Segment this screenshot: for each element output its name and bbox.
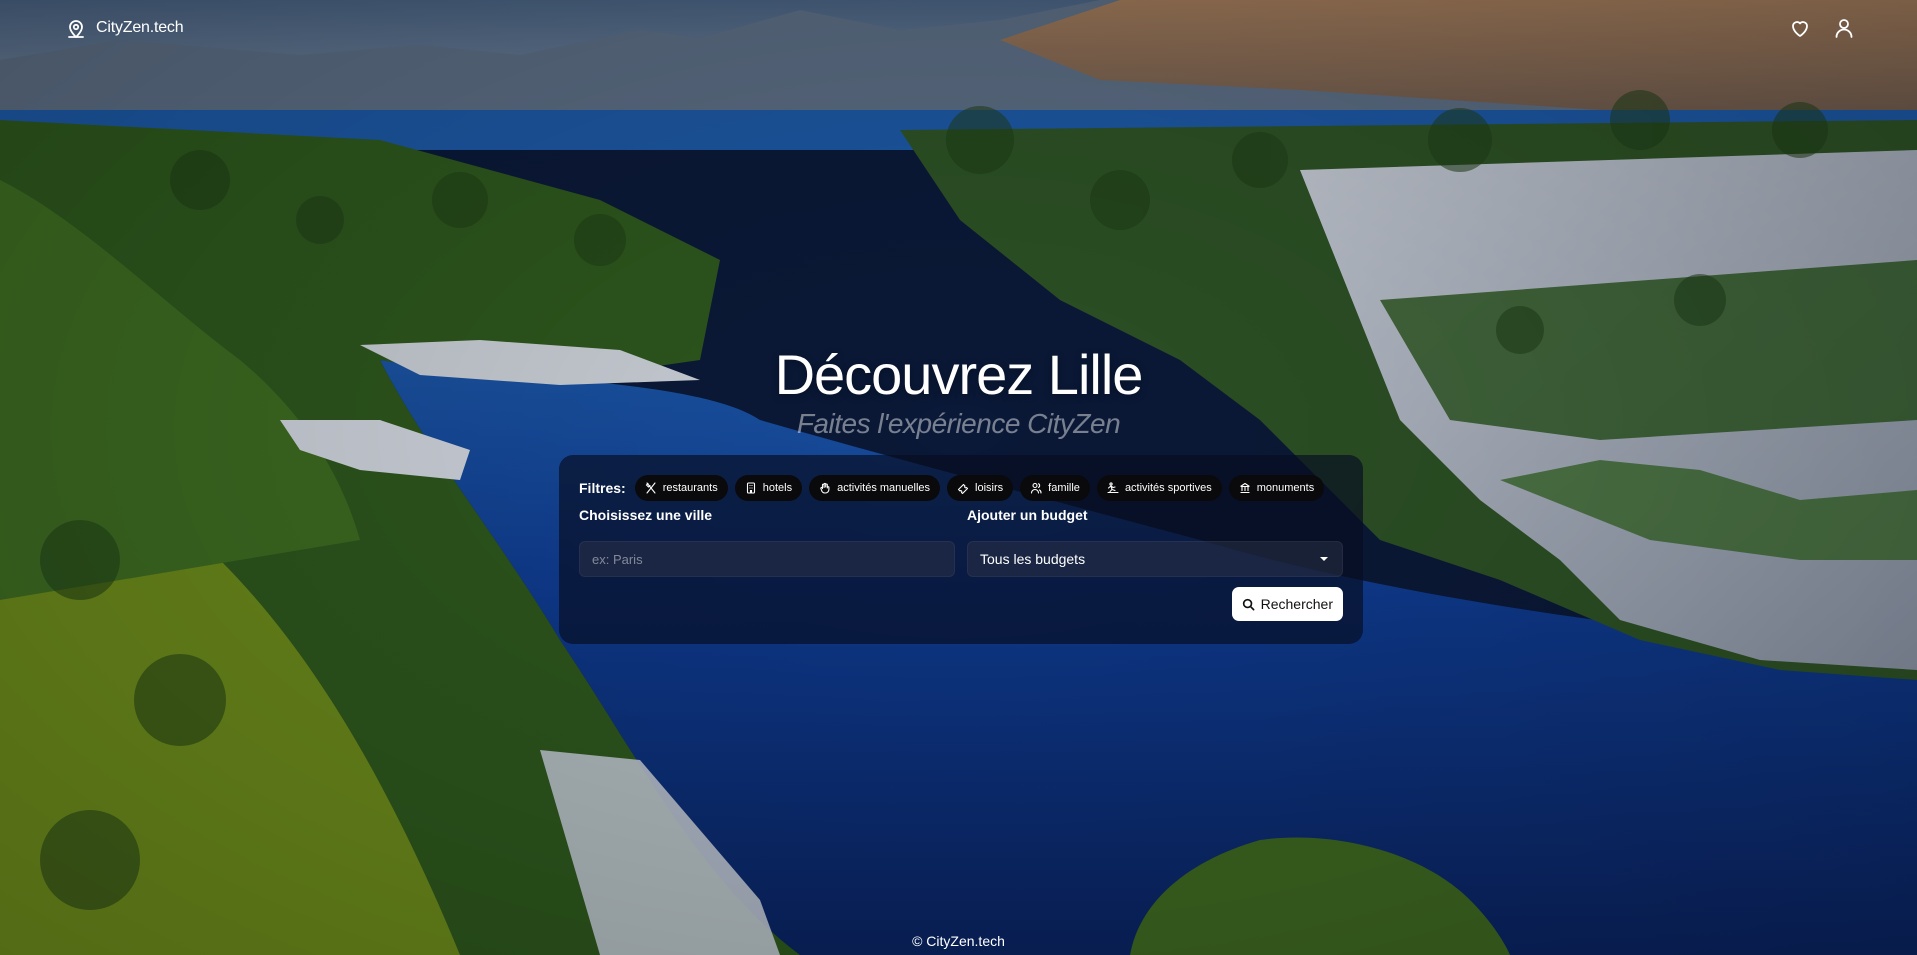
user-icon	[1835, 19, 1853, 38]
filter-chip-activites-sportives[interactable]: activités sportives	[1096, 475, 1222, 501]
search-button[interactable]: Rechercher	[1231, 587, 1343, 621]
filter-chip-label: famille	[1048, 482, 1080, 494]
filter-chip-hotels[interactable]: hotels	[734, 475, 803, 501]
search-icon	[1242, 598, 1255, 610]
filter-chip-label: activités sportives	[1124, 482, 1212, 494]
filter-chip-famille[interactable]: famille	[1020, 475, 1090, 501]
filters-row: Filtres: restaurants hotels activités ma…	[579, 475, 1343, 501]
landmark-icon	[1239, 482, 1250, 494]
hero-title: Découvrez Lille	[774, 343, 1144, 406]
search-fields: Choisissez une ville ex: Paris Ajouter u…	[579, 507, 1343, 577]
search-button-label: Rechercher	[1260, 596, 1333, 612]
budget-field-group: Ajouter un budget Tous les budgets	[967, 507, 1343, 577]
filter-chip-restaurants[interactable]: restaurants	[634, 475, 728, 501]
city-label: Choisissez une ville	[579, 507, 713, 523]
account-button[interactable]	[1831, 15, 1857, 41]
hero-subtitle: Faites l'expérience CityZen	[796, 408, 1121, 439]
favorites-button[interactable]	[1787, 15, 1813, 41]
ticket-icon	[957, 483, 969, 494]
budget-select[interactable]: Tous les budgets	[967, 541, 1343, 577]
heart-icon	[1792, 21, 1808, 37]
brand-logo-link[interactable]: CityZen.tech	[64, 16, 184, 40]
filter-chip-label: activités manuelles	[837, 482, 931, 494]
filter-chip-monuments[interactable]: monuments	[1228, 475, 1325, 501]
chevron-down-icon	[1320, 557, 1328, 561]
budget-label: Ajouter un budget	[967, 507, 1088, 523]
filter-chip-activites-manuelles[interactable]: activités manuelles	[809, 475, 941, 501]
hand-icon	[820, 482, 830, 494]
filter-chip-loisirs[interactable]: loisirs	[947, 475, 1014, 501]
utensils-icon	[645, 482, 656, 494]
filter-chip-label: hotels	[762, 482, 793, 494]
search-panel: Filtres: restaurants hotels activités ma…	[559, 455, 1363, 644]
filter-chip-label: loisirs	[975, 482, 1004, 494]
filter-chip-label: restaurants	[662, 482, 718, 494]
footer-copyright: © CityZen.tech	[912, 933, 1005, 949]
family-icon	[1031, 482, 1042, 494]
budget-selected-value: Tous les budgets	[980, 551, 1086, 567]
city-field-group: Choisissez une ville ex: Paris	[579, 507, 955, 577]
map-pin-icon	[68, 20, 84, 38]
top-navbar: CityZen.tech	[0, 0, 1917, 56]
city-input[interactable]: ex: Paris	[579, 541, 955, 577]
filters-label: Filtres:	[579, 480, 626, 496]
brand-name: CityZen.tech	[96, 19, 184, 36]
header-actions	[1787, 15, 1857, 41]
hotel-icon	[746, 482, 755, 494]
filter-chip-label: monuments	[1256, 482, 1315, 494]
sport-icon	[1107, 482, 1119, 494]
